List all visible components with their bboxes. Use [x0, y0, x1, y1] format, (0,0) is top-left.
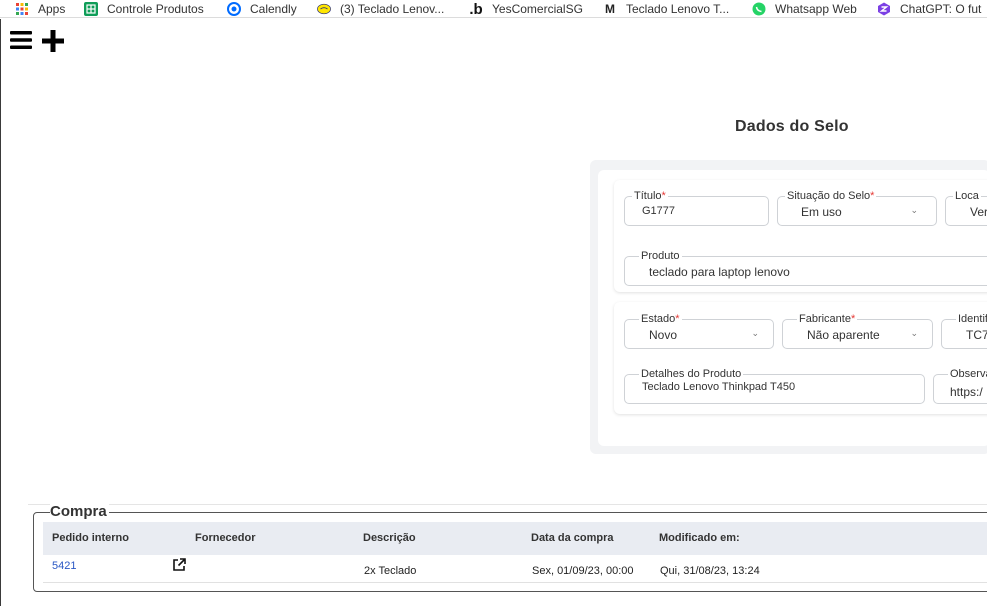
titulo-label: Título: [634, 190, 662, 202]
fabricante-label: Fabricante: [799, 313, 851, 325]
pedido-link[interactable]: 5421: [52, 560, 76, 572]
bookmark-label: Calendly: [250, 2, 297, 16]
required-mark: *: [870, 190, 875, 202]
chatgpt-extension-icon: [877, 2, 891, 16]
chevron-down-icon: ⌄: [910, 205, 918, 215]
situacao-label: Situação do Selo: [787, 190, 871, 202]
mercado-m-icon: M: [605, 2, 615, 16]
bookmark-label: (3) Teclado Lenov...: [340, 2, 445, 16]
plus-icon: [42, 29, 64, 59]
bookmark-label: Controle Produtos: [107, 2, 204, 16]
apps-grid-icon: [15, 2, 29, 16]
identificacao-label: Identif: [956, 312, 987, 326]
identificacao-value: TC7: [966, 328, 987, 342]
compra-divider: [28, 504, 987, 505]
external-link-icon: [171, 558, 187, 577]
fabricante-select[interactable]: Fabricante* Não aparente ⌄: [782, 312, 933, 349]
compra-legend: Compra: [50, 503, 109, 520]
bookmark-teclado-lenovo-m[interactable]: M Teclado Lenovo T...: [603, 0, 730, 17]
fabricante-value: Não aparente: [807, 328, 880, 342]
produto-value: teclado para laptop lenovo: [649, 265, 790, 279]
estado-label: Estado: [641, 313, 676, 325]
local-field[interactable]: Loca Ver: [945, 189, 987, 226]
detalhes-field[interactable]: Detalhes do Produto Teclado Lenovo Think…: [624, 367, 925, 404]
titulo-field[interactable]: Título* G1777: [624, 189, 769, 226]
data-compra-cell: Sex, 01/09/23, 00:00: [532, 565, 634, 577]
situacao-value: Em uso: [801, 205, 842, 219]
required-mark: *: [661, 190, 666, 202]
observacao-field[interactable]: Observa https:/: [933, 367, 987, 404]
chevron-down-icon: ⌄: [751, 328, 759, 338]
titulo-value: G1777: [642, 205, 676, 217]
bookmark-label: ChatGPT: O fut: [900, 2, 982, 16]
bookmark-label: YesComercialSG: [492, 2, 583, 16]
bling-icon: .b: [469, 0, 483, 18]
bookmark-chatgpt[interactable]: ChatGPT: O fut: [877, 0, 982, 17]
bookmark-controle-produtos[interactable]: Controle Produtos: [84, 0, 204, 17]
situacao-select[interactable]: Situação do Selo* Em uso ⌄: [777, 189, 937, 226]
bookmark-yescomercialsg[interactable]: .b YesComercialSG: [469, 0, 583, 18]
estado-select[interactable]: Estado* Novo ⌄: [624, 312, 774, 349]
identificacao-field[interactable]: Identif TC7: [941, 312, 987, 349]
compra-table-header: [43, 522, 987, 555]
required-mark: *: [675, 313, 680, 325]
calendly-icon: [227, 2, 241, 16]
bookmark-label: Apps: [38, 2, 66, 16]
google-sheets-icon: [84, 2, 98, 16]
estado-value: Novo: [649, 328, 678, 342]
bookmark-label: Teclado Lenovo T...: [626, 2, 730, 16]
observacao-value: https:/: [950, 385, 983, 399]
detalhes-label: Detalhes do Produto: [639, 367, 744, 381]
bookmark-whatsapp-web[interactable]: Whatsapp Web: [752, 0, 857, 17]
chevron-down-icon: ⌄: [910, 328, 918, 338]
required-mark: *: [850, 313, 856, 325]
column-header[interactable]: Pedido interno: [52, 532, 129, 544]
column-header[interactable]: Fornecedor: [195, 532, 256, 544]
produto-field[interactable]: Produto teclado para laptop lenovo: [624, 249, 987, 286]
open-external-button[interactable]: [171, 557, 187, 573]
observacao-label: Observa: [948, 367, 987, 381]
hamburger-menu-icon: [10, 27, 32, 57]
menu-button[interactable]: [10, 30, 32, 53]
whatsapp-icon: [752, 2, 766, 16]
column-header[interactable]: Modificado em:: [659, 532, 740, 544]
detalhes-value: Teclado Lenovo Thinkpad T450: [642, 381, 796, 393]
modificado-cell: Qui, 31/08/23, 13:24: [660, 565, 760, 577]
bookmark-calendly[interactable]: Calendly: [227, 0, 297, 17]
bookmark-label: Whatsapp Web: [775, 2, 857, 16]
column-header[interactable]: Data da compra: [531, 532, 614, 544]
local-value: Ver: [970, 205, 987, 219]
produto-label: Produto: [639, 249, 682, 263]
local-label: Loca: [953, 189, 981, 203]
add-button[interactable]: [42, 30, 64, 55]
bookmark-teclado-lenovo-ml[interactable]: (3) Teclado Lenov...: [317, 0, 445, 17]
mercado-livre-icon: [317, 2, 331, 16]
bookmarks-bar: Apps Controle Produtos Calendly (3) Tecl…: [0, 0, 987, 18]
column-header[interactable]: Descrição: [363, 532, 416, 544]
section-title: Dados do Selo: [735, 118, 849, 135]
descricao-cell: 2x Teclado: [364, 565, 417, 577]
bookmark-apps[interactable]: Apps: [15, 0, 66, 17]
window-left-edge: [0, 19, 1, 606]
